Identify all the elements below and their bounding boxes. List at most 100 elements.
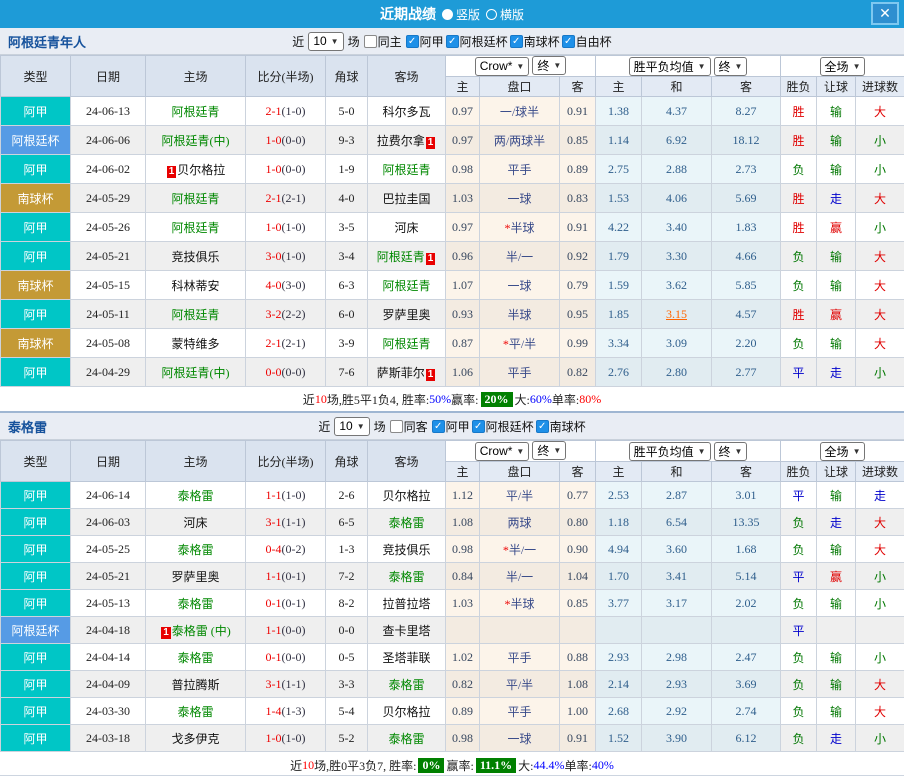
handicap-result-cell: 赢 bbox=[817, 300, 856, 329]
league-type-cell: 阿甲 bbox=[1, 536, 71, 563]
odds-stage-select[interactable]: 终▼ bbox=[532, 56, 566, 75]
away-team-cell: 贝尔格拉 bbox=[368, 482, 446, 509]
checkbox-icon[interactable]: ✓ bbox=[536, 420, 549, 433]
avg-d-cell bbox=[642, 617, 712, 644]
result-cell: 胜 bbox=[781, 126, 817, 155]
results-body: 阿甲24-06-14泰格雷1-1(1-0)2-6贝尔格拉1.12平/半0.772… bbox=[1, 482, 904, 752]
odds-away-cell: 1.00 bbox=[560, 698, 596, 725]
match-count-select[interactable]: 10 ▼ bbox=[308, 32, 343, 51]
league-checkbox[interactable]: ✓南球杯 bbox=[510, 33, 560, 50]
team-label: 阿根廷青 bbox=[171, 308, 219, 322]
team-label: 贝尔格拉 bbox=[177, 163, 225, 177]
checkbox-icon[interactable]: ✓ bbox=[446, 35, 459, 48]
odds-stage-select[interactable]: 终▼ bbox=[532, 441, 566, 460]
checkbox-icon[interactable]: ✓ bbox=[510, 35, 523, 48]
corner-cell: 6-3 bbox=[326, 271, 368, 300]
result-cell: 胜 bbox=[781, 213, 817, 242]
checkbox-icon[interactable]: ✓ bbox=[562, 35, 575, 48]
handicap-result-cell: 输 bbox=[817, 97, 856, 126]
result-cell: 负 bbox=[781, 590, 817, 617]
radio-unselected-icon[interactable] bbox=[486, 9, 497, 20]
col-goals: 进球数 bbox=[856, 77, 904, 97]
handicap-cell: 一球 bbox=[480, 725, 560, 752]
odds-home-cell: 0.82 bbox=[446, 671, 480, 698]
halftime-score: (0-0) bbox=[282, 365, 306, 379]
avg-type-select[interactable]: 胜平负均值▼ bbox=[629, 57, 711, 76]
avg-stage-select[interactable]: 终▼ bbox=[714, 442, 748, 461]
close-button[interactable]: ✕ bbox=[871, 2, 899, 25]
score-cell: 1-0(0-0) bbox=[246, 126, 326, 155]
same-venue-filter[interactable]: 同客 bbox=[390, 418, 428, 435]
summary-segment: 60% bbox=[530, 392, 552, 407]
match-count-select[interactable]: 10 ▼ bbox=[334, 417, 369, 436]
scope-select[interactable]: 全场▼ bbox=[820, 57, 866, 76]
league-type-cell: 阿甲 bbox=[1, 590, 71, 617]
goals-result-cell: 大 bbox=[856, 509, 904, 536]
league-checkbox[interactable]: ✓自由杯 bbox=[562, 33, 612, 50]
checkbox-icon[interactable] bbox=[364, 35, 377, 48]
fulltime-score: 3-1 bbox=[266, 515, 282, 529]
avg-a-cell: 1.83 bbox=[712, 213, 781, 242]
avg-stage-select[interactable]: 终▼ bbox=[714, 57, 748, 76]
avg-d-cell: 6.54 bbox=[642, 509, 712, 536]
score-cell: 0-1(0-1) bbox=[246, 590, 326, 617]
league-checkbox-label: 阿根廷杯 bbox=[486, 418, 534, 435]
vertical-layout-radio[interactable]: 竖版 bbox=[442, 6, 480, 23]
table-row: 阿甲24-05-21竞技俱乐3-0(1-0)3-4阿根廷青10.96半/一0.9… bbox=[1, 242, 904, 271]
team-label: 泰格雷 bbox=[177, 597, 213, 611]
odds-home-cell: 0.96 bbox=[446, 242, 480, 271]
avg-a-cell: 5.85 bbox=[712, 271, 781, 300]
date-cell: 24-05-21 bbox=[71, 242, 146, 271]
checkbox-icon[interactable]: ✓ bbox=[406, 35, 419, 48]
avg-a-cell bbox=[712, 617, 781, 644]
bookmaker-select[interactable]: Crow*▼ bbox=[475, 57, 530, 76]
checkbox-icon[interactable]: ✓ bbox=[472, 420, 485, 433]
table-row: 阿甲24-05-11阿根廷青3-2(2-2)6-0罗萨里奥0.93半球0.951… bbox=[1, 300, 904, 329]
corner-cell: 1-3 bbox=[326, 536, 368, 563]
avg-stage-value: 终 bbox=[719, 58, 731, 75]
league-checkbox[interactable]: ✓南球杯 bbox=[536, 418, 586, 435]
team-label: 阿根廷青 bbox=[382, 279, 430, 293]
handicap-cell: 平手 bbox=[480, 698, 560, 725]
radio-selected-icon[interactable] bbox=[442, 9, 453, 20]
team-label: 贝尔格拉 bbox=[382, 705, 430, 719]
league-checkbox[interactable]: ✓阿甲 bbox=[406, 33, 444, 50]
checkbox-icon[interactable]: ✓ bbox=[432, 420, 445, 433]
avg-a-cell: 4.57 bbox=[712, 300, 781, 329]
odds-link[interactable]: 3.15 bbox=[666, 307, 687, 321]
scope-group-header: 全场▼ bbox=[781, 56, 904, 77]
score-cell: 1-0(0-0) bbox=[246, 155, 326, 184]
league-checkbox[interactable]: ✓阿根廷杯 bbox=[446, 33, 508, 50]
odds-home-cell: 1.03 bbox=[446, 590, 480, 617]
goals-result-cell: 走 bbox=[856, 482, 904, 509]
same-venue-filter[interactable]: 同主 bbox=[364, 33, 402, 50]
score-cell: 2-1(2-1) bbox=[246, 329, 326, 358]
table-row: 阿根廷杯24-06-06阿根廷青(中)1-0(0-0)9-3拉费尔拿10.97两… bbox=[1, 126, 904, 155]
bookmaker-select[interactable]: Crow*▼ bbox=[475, 442, 530, 461]
team-label: 科林蒂安 bbox=[171, 279, 219, 293]
result-cell: 平 bbox=[781, 617, 817, 644]
league-type-cell: 阿甲 bbox=[1, 155, 71, 184]
fulltime-score: 3-2 bbox=[266, 307, 282, 321]
col-type: 类型 bbox=[1, 441, 71, 482]
league-checkbox[interactable]: ✓阿甲 bbox=[432, 418, 470, 435]
fulltime-score: 0-0 bbox=[266, 365, 282, 379]
handicap-result-cell: 走 bbox=[817, 725, 856, 752]
checkbox-icon[interactable] bbox=[390, 420, 403, 433]
league-checkbox[interactable]: ✓阿根廷杯 bbox=[472, 418, 534, 435]
avg-d-cell: 3.30 bbox=[642, 242, 712, 271]
goals-result-cell bbox=[856, 617, 904, 644]
handicap-result-cell: 输 bbox=[817, 536, 856, 563]
odds-home-cell: 1.08 bbox=[446, 509, 480, 536]
goals-result-cell: 小 bbox=[856, 126, 904, 155]
home-team-cell: 泰格雷 bbox=[146, 590, 246, 617]
avg-a-cell: 2.73 bbox=[712, 155, 781, 184]
horizontal-layout-radio[interactable]: 横版 bbox=[486, 6, 524, 23]
col-odds-home: 主 bbox=[446, 77, 480, 97]
team-label: 拉费尔拿 bbox=[377, 134, 425, 148]
scope-select[interactable]: 全场▼ bbox=[820, 442, 866, 461]
avg-type-select[interactable]: 胜平负均值▼ bbox=[629, 442, 711, 461]
home-team-cell: 蒙特维多 bbox=[146, 329, 246, 358]
result-cell: 负 bbox=[781, 671, 817, 698]
avg-a-cell: 4.66 bbox=[712, 242, 781, 271]
